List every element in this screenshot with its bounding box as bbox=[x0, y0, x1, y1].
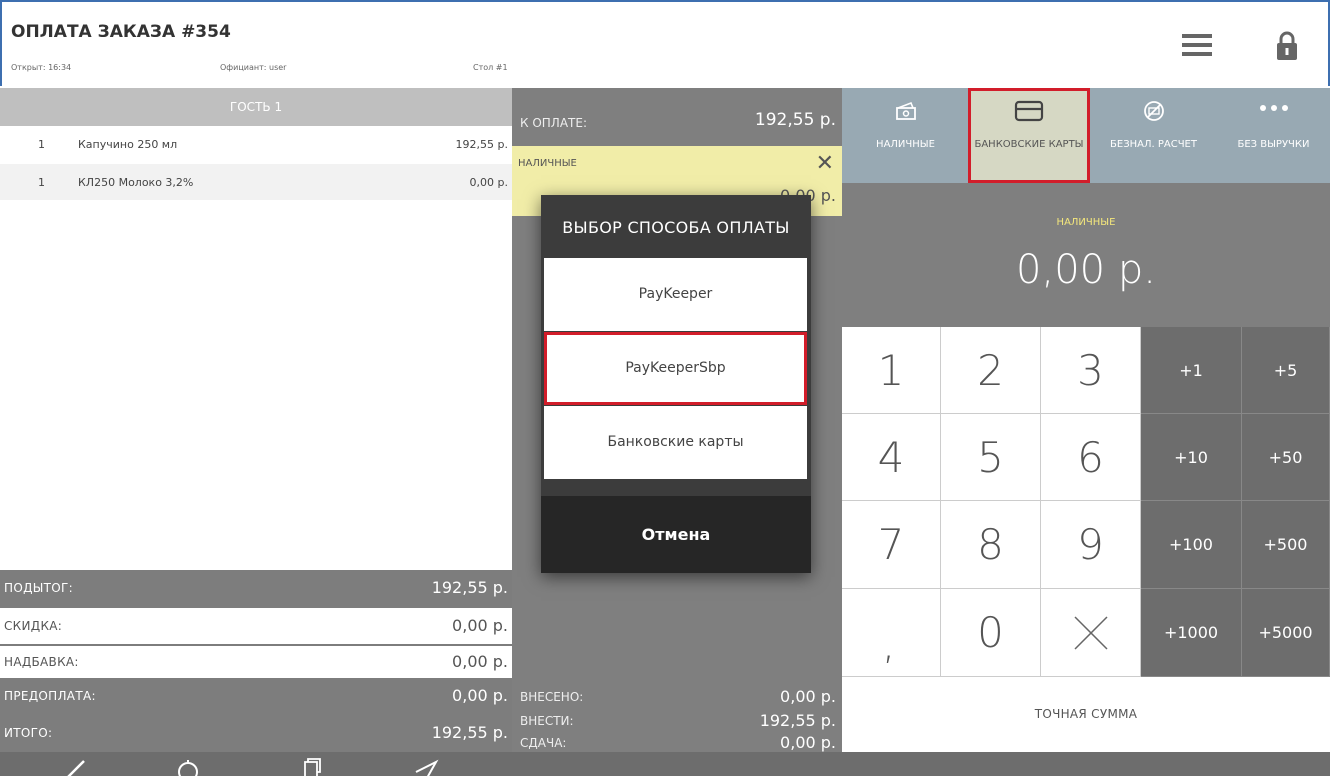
key-plus-500[interactable]: +500 bbox=[1242, 501, 1330, 589]
discount-label: СКИДКА: bbox=[4, 619, 63, 633]
tab-no-revenue-label: БЕЗ ВЫРУЧКИ bbox=[1237, 139, 1310, 150]
key-3[interactable]: 3 bbox=[1041, 327, 1141, 414]
order-panel: ГОСТЬ 1 1 Капучино 250 мл 192,55 р. 1 КЛ… bbox=[0, 88, 512, 752]
tab-cash-label: НАЛИЧНЫЕ bbox=[876, 139, 935, 150]
to-pay-row: К ОПЛАТЕ: 192,55 р. bbox=[512, 88, 842, 146]
tab-cashless-label: БЕЗНАЛ. РАСЧЕТ bbox=[1110, 139, 1197, 150]
cashless-icon bbox=[1143, 100, 1165, 125]
to-pay-value: 192,55 р. bbox=[754, 110, 836, 130]
payment-type-tabs: НАЛИЧНЫЕ БАНКОВСКИЕ КАРТЫ БЕЗНАЛ. РАСЧЕТ… bbox=[842, 88, 1330, 183]
total-label: ИТОГО: bbox=[4, 726, 53, 740]
key-plus-50[interactable]: +50 bbox=[1242, 414, 1330, 501]
cash-tile-label: НАЛИЧНЫЕ bbox=[518, 158, 577, 169]
amount-label: НАЛИЧНЫЕ bbox=[1056, 217, 1116, 228]
tab-bank-cards[interactable]: БАНКОВСКИЕ КАРТЫ bbox=[968, 88, 1090, 183]
total-value: 192,55 р. bbox=[431, 723, 508, 742]
key-7[interactable]: 7 bbox=[842, 501, 941, 589]
item-price: 192,55 р. bbox=[455, 138, 508, 151]
key-plus-5000[interactable]: +5000 bbox=[1242, 589, 1330, 677]
key-8[interactable]: 8 bbox=[941, 501, 1041, 589]
copy-icon[interactable] bbox=[298, 758, 324, 776]
payment-methods-panel: НАЛИЧНЫЕ БАНКОВСКИЕ КАРТЫ БЕЗНАЛ. РАСЧЕТ… bbox=[842, 88, 1330, 752]
key-comma[interactable]: , bbox=[842, 589, 941, 677]
item-qty: 1 bbox=[38, 138, 45, 151]
table-number: Стол #1 bbox=[473, 63, 508, 72]
pencil-icon[interactable] bbox=[64, 758, 90, 776]
to-enter-row: ВНЕСТИ: 192,55 р. bbox=[512, 711, 842, 734]
table-row[interactable]: 1 Капучино 250 мл 192,55 р. bbox=[0, 126, 512, 164]
option-paykeeper-sbp[interactable]: PayKeeperSbp bbox=[544, 332, 807, 405]
item-qty: 1 bbox=[38, 176, 45, 189]
menu-icon[interactable] bbox=[1182, 34, 1212, 58]
table-row[interactable]: 1 КЛ250 Молоко 3,2% 0,00 р. bbox=[0, 164, 512, 200]
cancel-button[interactable]: Отмена bbox=[541, 496, 811, 573]
numpad: 1 2 3 +1 +5 4 5 6 +10 +50 7 8 9 +100 +50… bbox=[842, 327, 1330, 677]
key-plus-10[interactable]: +10 bbox=[1141, 414, 1242, 501]
key-plus-1000[interactable]: +1000 bbox=[1141, 589, 1242, 677]
markup-row[interactable]: НАДБАВКА: 0,00 р. bbox=[0, 646, 512, 678]
key-5[interactable]: 5 bbox=[941, 414, 1041, 501]
change-value: 0,00 р. bbox=[780, 733, 836, 752]
tab-cash[interactable]: НАЛИЧНЫЕ bbox=[842, 88, 969, 183]
item-name: КЛ250 Молоко 3,2% bbox=[78, 176, 194, 189]
send-icon[interactable] bbox=[413, 758, 439, 776]
key-plus-1[interactable]: +1 bbox=[1141, 327, 1242, 414]
amount-display: НАЛИЧНЫЕ 0,00 р. bbox=[842, 183, 1330, 327]
entered-label: ВНЕСЕНО: bbox=[520, 690, 584, 704]
discount-row[interactable]: СКИДКА: 0,00 р. bbox=[0, 608, 512, 644]
key-9[interactable]: 9 bbox=[1041, 501, 1141, 589]
change-row: СДАЧА: 0,00 р. bbox=[512, 733, 842, 752]
key-clear[interactable] bbox=[1041, 589, 1141, 677]
tab-cashless[interactable]: БЕЗНАЛ. РАСЧЕТ bbox=[1090, 88, 1217, 183]
entered-row: ВНЕСЕНО: 0,00 р. bbox=[512, 678, 842, 714]
header: ОПЛАТА ЗАКАЗА #354 Открыт: 16:34 Официан… bbox=[0, 0, 1330, 86]
key-2[interactable]: 2 bbox=[941, 327, 1041, 414]
key-plus-5[interactable]: +5 bbox=[1242, 327, 1330, 414]
lock-icon[interactable] bbox=[1274, 30, 1300, 62]
prepay-value: 0,00 р. bbox=[452, 686, 508, 705]
tab-bank-cards-label: БАНКОВСКИЕ КАРТЫ bbox=[974, 139, 1084, 150]
opened-time: Открыт: 16:34 bbox=[11, 63, 72, 72]
option-bank-cards[interactable]: Банковские карты bbox=[544, 406, 807, 479]
clear-icon bbox=[1074, 616, 1108, 650]
discount-value: 0,00 р. bbox=[452, 616, 508, 635]
to-enter-label: ВНЕСТИ: bbox=[520, 714, 574, 728]
to-pay-label: К ОПЛАТЕ: bbox=[520, 116, 587, 130]
amount-value: 0,00 р. bbox=[1016, 247, 1156, 293]
markup-label: НАДБАВКА: bbox=[4, 655, 79, 669]
prepay-label: ПРЕДОПЛАТА: bbox=[4, 689, 96, 703]
payment-method-dialog: ВЫБОР СПОСОБА ОПЛАТЫ PayKeeper PayKeeper… bbox=[541, 195, 811, 573]
subtotal-row: ПОДЫТОГ: 192,55 р. bbox=[0, 570, 512, 608]
key-plus-100[interactable]: +100 bbox=[1141, 501, 1242, 589]
timer-icon[interactable] bbox=[175, 758, 201, 776]
key-6[interactable]: 6 bbox=[1041, 414, 1141, 501]
card-icon bbox=[1014, 100, 1044, 125]
item-name: Капучино 250 мл bbox=[78, 138, 178, 151]
entered-value: 0,00 р. bbox=[780, 687, 836, 706]
markup-value: 0,00 р. bbox=[452, 652, 508, 671]
totals-block: ПРЕДОПЛАТА: 0,00 р. ИТОГО: 192,55 р. bbox=[0, 678, 512, 752]
dialog-title: ВЫБОР СПОСОБА ОПЛАТЫ bbox=[562, 218, 790, 237]
page-title: ОПЛАТА ЗАКАЗА #354 bbox=[11, 22, 231, 42]
subtotal-value: 192,55 р. bbox=[431, 578, 508, 597]
key-4[interactable]: 4 bbox=[842, 414, 941, 501]
more-icon bbox=[1259, 104, 1289, 115]
close-icon[interactable]: ✕ bbox=[816, 151, 834, 176]
tab-no-revenue[interactable]: БЕЗ ВЫРУЧКИ bbox=[1217, 88, 1330, 183]
guest-header[interactable]: ГОСТЬ 1 bbox=[0, 88, 512, 126]
bottom-toolbar bbox=[0, 752, 1330, 776]
subtotal-label: ПОДЫТОГ: bbox=[4, 581, 73, 595]
key-0[interactable]: 0 bbox=[941, 589, 1041, 677]
cash-icon bbox=[895, 100, 917, 125]
key-1[interactable]: 1 bbox=[842, 327, 941, 414]
exact-amount-button[interactable]: ТОЧНАЯ СУММА bbox=[842, 677, 1330, 752]
item-price: 0,00 р. bbox=[469, 176, 508, 189]
change-label: СДАЧА: bbox=[520, 736, 567, 750]
waiter-name: Официант: user bbox=[220, 63, 287, 72]
option-paykeeper[interactable]: PayKeeper bbox=[544, 258, 807, 331]
to-enter-value: 192,55 р. bbox=[759, 711, 836, 730]
